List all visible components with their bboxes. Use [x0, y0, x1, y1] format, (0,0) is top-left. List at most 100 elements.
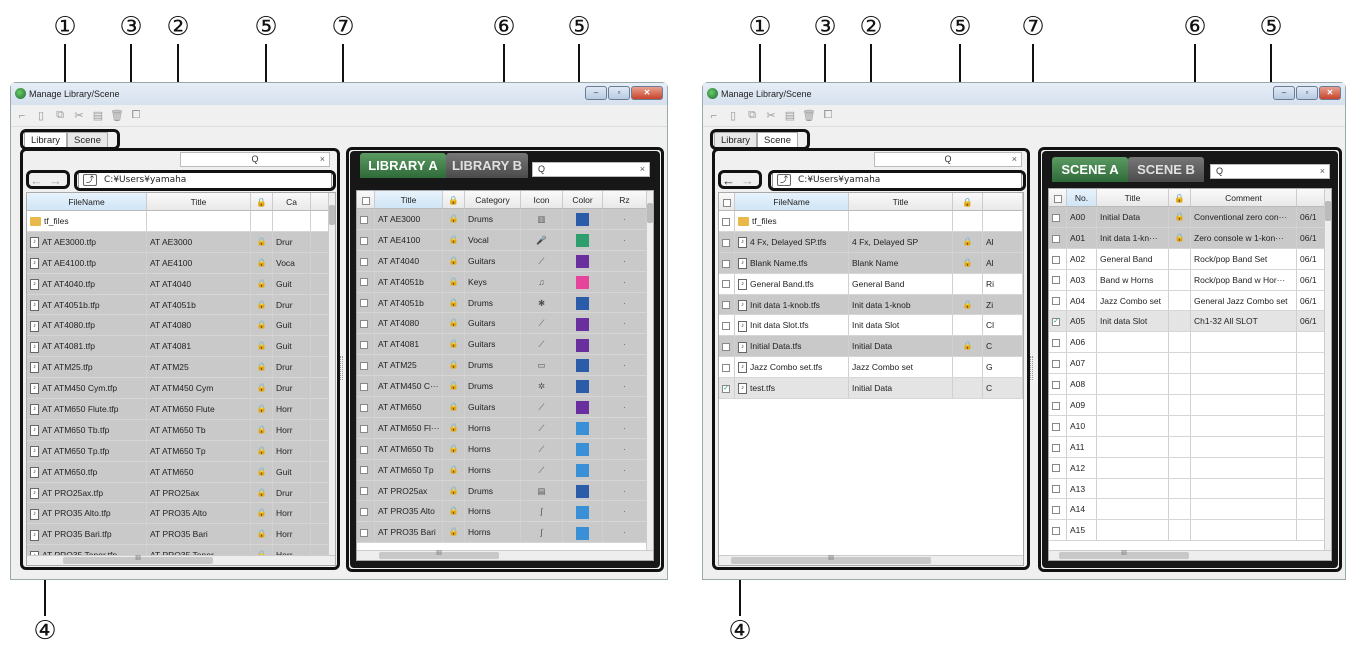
checkbox-cell[interactable]: [719, 336, 735, 357]
duplicate-icon[interactable]: ⧠: [821, 109, 835, 122]
checkbox-cell[interactable]: [719, 231, 735, 252]
folder-row[interactable]: tf_files: [719, 211, 1023, 232]
file-row[interactable]: ♪ AT AE4100.tfp AT AE4100 🔒 Voca: [27, 252, 335, 274]
file-icon: ♪: [30, 278, 39, 290]
file-name: AT AE3000.tfp: [42, 236, 97, 247]
file-name-cell: ♪ Blank Name.tfs: [735, 252, 849, 273]
close-button[interactable]: ✕: [1319, 86, 1341, 100]
clear-search-icon[interactable]: ×: [320, 153, 325, 166]
pane-splitter[interactable]: [340, 356, 343, 380]
column-header[interactable]: [983, 193, 1023, 210]
maximize-button[interactable]: ▫: [1296, 86, 1318, 100]
file-row[interactable]: ♪ AT ATM450 Cym.tfp AT ATM450 Cym 🔒 Drur: [27, 378, 335, 400]
file-row[interactable]: ♪ AT ATM650 Tb.tfp AT ATM650 Tb 🔒 Horr: [27, 419, 335, 441]
new-folder-icon[interactable]: ⌐: [15, 110, 29, 122]
file-row[interactable]: ♪ Blank Name.tfs Blank Name 🔒 Al: [719, 252, 1023, 274]
row-checkbox[interactable]: [722, 280, 730, 289]
horizontal-scrollbar[interactable]: III: [27, 555, 335, 565]
column-header[interactable]: Ca: [273, 193, 311, 210]
file-name-cell: ♪ AT ATM450 Cym.tfp: [27, 378, 147, 399]
file-row[interactable]: ♪ Init data 1-knob.tfs Init data 1-knob 🔒 Zi: [719, 294, 1023, 316]
file-row[interactable]: ✓ ♪ test.tfs Initial Data C: [719, 378, 1023, 400]
file-row[interactable]: ♪ AT ATM650 Flute.tfp AT ATM650 Flute 🔒 Horr: [27, 399, 335, 420]
row-checkbox[interactable]: [722, 301, 730, 310]
file-search-field[interactable]: Q ×: [874, 152, 1022, 167]
row-checkbox[interactable]: [722, 217, 730, 226]
file-row[interactable]: ♪ AT PRO35 Bari.tfp AT PRO35 Bari 🔒 Horr: [27, 524, 335, 546]
cut-icon[interactable]: ✂: [72, 109, 86, 122]
checkbox-cell[interactable]: [719, 273, 735, 294]
category-cell: Horr: [273, 524, 311, 545]
file-row[interactable]: ♪ 4 Fx, Delayed SP.tfs 4 Fx, Delayed SP 🔒 Al: [719, 231, 1023, 253]
file-row[interactable]: ♪ AT PRO25ax.tfp AT PRO25ax 🔒 Drur: [27, 482, 335, 504]
lock-column-header[interactable]: 🔒: [251, 193, 273, 210]
file-row[interactable]: ♪ Initial Data.tfs Initial Data 🔒 C: [719, 336, 1023, 358]
row-checkbox[interactable]: [722, 238, 730, 247]
file-row[interactable]: ♪ AT AT4080.tfp AT AT4080 🔒 Guit: [27, 315, 335, 337]
lock-icon: 🔒: [251, 273, 273, 294]
delete-icon[interactable]: 🗑: [802, 109, 816, 122]
file-search-field[interactable]: Q ×: [180, 152, 330, 167]
file-row[interactable]: ♪ AT AT4081.tfp AT AT4081 🔒 Guit: [27, 336, 335, 358]
file-icon: ♪: [30, 341, 39, 353]
file-row[interactable]: ♪ AT ATM650 Tp.tfp AT ATM650 Tp 🔒 Horr: [27, 440, 335, 462]
cut-icon[interactable]: ✂: [764, 109, 778, 122]
checkbox-cell[interactable]: [719, 252, 735, 273]
checkbox-cell[interactable]: ✓: [719, 378, 735, 399]
duplicate-icon[interactable]: ⧠: [129, 109, 143, 122]
column-header[interactable]: FileName: [27, 193, 147, 210]
lock-icon: 🔒: [953, 231, 983, 252]
select-all-checkbox[interactable]: [722, 198, 731, 207]
delete-icon[interactable]: 🗑: [110, 109, 124, 122]
paste-icon[interactable]: ▤: [91, 109, 105, 122]
file-row[interactable]: ♪ AT AT4040.tfp AT AT4040 🔒 Guit: [27, 273, 335, 295]
row-checkbox[interactable]: [722, 259, 730, 268]
horizontal-scrollbar[interactable]: III: [719, 555, 1023, 565]
file-row[interactable]: ♪ Init data Slot.tfs Init data Slot Cl: [719, 315, 1023, 337]
minimize-button[interactable]: –: [1273, 86, 1295, 100]
file-row[interactable]: ♪ AT AE3000.tfp AT AE3000 🔒 Drur: [27, 231, 335, 253]
category-cell: Drur: [273, 378, 311, 399]
lock-column-header[interactable]: 🔒: [953, 193, 983, 210]
row-checkbox[interactable]: [722, 343, 730, 352]
title-cell: AT AE4100: [147, 252, 251, 273]
toolbar: ⌐ ▯ ⧉ ✂ ▤ 🗑 ⧠: [11, 105, 667, 127]
callout-5b: ⑤: [567, 12, 591, 42]
column-header[interactable]: Title: [849, 193, 953, 210]
lock-icon: 🔒: [251, 231, 273, 252]
copy-icon[interactable]: ⧉: [53, 109, 67, 122]
lock-icon: 🔒: [251, 336, 273, 357]
new-file-icon[interactable]: ▯: [34, 109, 48, 122]
checkbox-cell[interactable]: [719, 357, 735, 378]
row-checkbox[interactable]: [722, 322, 730, 331]
app-icon: [15, 88, 26, 99]
category-cell: [273, 211, 311, 231]
minimize-button[interactable]: –: [585, 86, 607, 100]
checkbox-cell[interactable]: [719, 315, 735, 336]
column-header[interactable]: Title: [147, 193, 251, 210]
close-button[interactable]: ✕: [631, 86, 663, 100]
vertical-scrollbar[interactable]: [328, 193, 335, 555]
copy-icon[interactable]: ⧉: [745, 109, 759, 122]
row-checkbox[interactable]: [722, 363, 730, 372]
maximize-button[interactable]: ▫: [608, 86, 630, 100]
file-row[interactable]: ♪ General Band.tfs General Band Ri: [719, 273, 1023, 295]
folder-row[interactable]: tf_files: [27, 211, 335, 232]
checkbox-cell[interactable]: [719, 294, 735, 315]
new-folder-icon[interactable]: ⌐: [707, 110, 721, 122]
select-all-checkbox-header[interactable]: [719, 193, 735, 210]
file-row[interactable]: ♪ AT PRO35 Alto.tfp AT PRO35 Alto 🔒 Horr: [27, 503, 335, 525]
column-header[interactable]: FileName: [735, 193, 849, 210]
file-row[interactable]: ♪ AT AT4051b.tfp AT AT4051b 🔒 Drur: [27, 294, 335, 316]
file-icon: ♪: [738, 341, 747, 353]
row-checkbox[interactable]: ✓: [722, 384, 730, 393]
file-list-rows: tf_files ♪ AT AE3000.tfp AT AE3000 🔒 Drur ♪ AT …: [27, 211, 335, 565]
paste-icon[interactable]: ▤: [783, 109, 797, 122]
clear-search-icon[interactable]: ×: [1012, 153, 1017, 166]
new-file-icon[interactable]: ▯: [726, 109, 740, 122]
file-row[interactable]: ♪ AT ATM650.tfp AT ATM650 🔒 Guit: [27, 461, 335, 483]
checkbox-cell[interactable]: [719, 211, 735, 231]
file-row[interactable]: ♪ Jazz Combo set.tfs Jazz Combo set G: [719, 357, 1023, 379]
file-row[interactable]: ♪ AT ATM25.tfp AT ATM25 🔒 Drur: [27, 357, 335, 379]
pane-splitter[interactable]: [1030, 356, 1033, 380]
